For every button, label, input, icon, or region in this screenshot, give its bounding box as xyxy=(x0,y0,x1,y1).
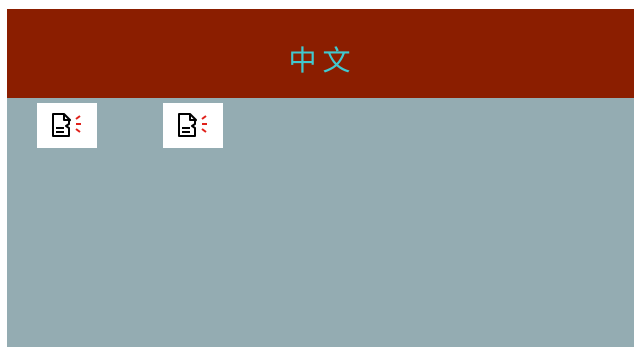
speak-button-1[interactable] xyxy=(37,103,97,148)
content-area xyxy=(7,98,634,347)
page-title: 中文 xyxy=(288,43,357,77)
header-bar: 中文 xyxy=(7,9,634,98)
speaker-document-icon xyxy=(47,110,87,142)
speak-button-2[interactable] xyxy=(163,103,223,148)
speaker-document-icon xyxy=(173,110,213,142)
app-frame: 中文 xyxy=(7,9,634,347)
